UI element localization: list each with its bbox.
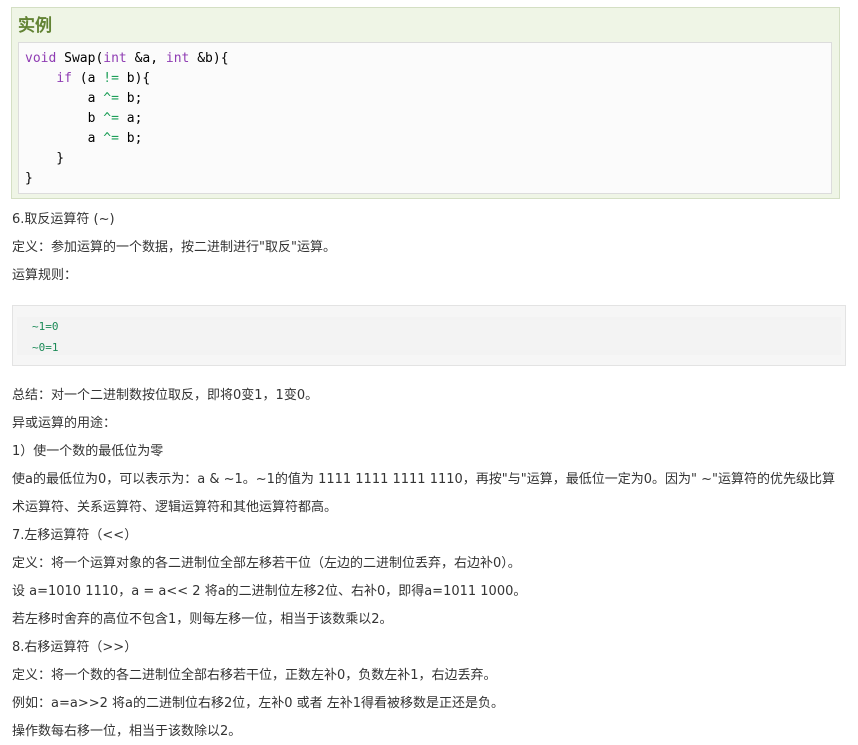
keyword-int: int [165,51,190,66]
rules-label: 运算规则： [12,268,78,283]
heading-right-shift: 8.右移运算符（>>） [12,640,138,655]
code-line-7: } [25,171,33,186]
function-name: Swap( [56,51,104,66]
code-line-6: } [25,151,65,166]
code-var: a [87,131,104,146]
keyword-if: if [56,71,72,86]
param-b: &b){ [189,51,229,66]
keyword-int: int [103,51,127,66]
example-title: 实例 [18,16,52,36]
condition-open: (a [71,71,104,86]
rule-line-2: ~0=1 [32,341,59,354]
rules-code-inner: ~1=0 ~0=1 [17,317,841,355]
code-line-3: a ^= b; [25,91,143,106]
rule-line-1: ~1=0 [32,320,59,333]
definition-right-shift: 定义：将一个数的各二进制位全部右移若干位，正数左补0，负数左补1，右边丢弃。 [12,668,497,683]
code-line-4: b ^= a; [25,111,143,126]
keyword-void: void [25,51,57,66]
note-right-shift: 操作数每右移一位，相当于该数除以2。 [12,724,242,739]
code-rest: b; [118,91,143,106]
code-line-1: void Swap(int &a, int &b){ [25,51,229,66]
definition-left-shift: 定义：将一个运算对象的各二进制位全部左移若干位（左边的二进制位丢弃，右边补0）。 [12,556,521,571]
usage-detail-2: 术运算符、关系运算符、逻辑运算符和其他运算符都高。 [12,500,338,515]
summary: 总结：对一个二进制数按位取反，即将0变1，1变0。 [12,388,319,403]
heading-left-shift: 7.左移运算符（<<） [12,528,138,543]
operator-neq: != [103,71,119,86]
code-line-2: if (a != b){ [25,71,150,86]
operator-xor-assign: ^= [103,91,119,106]
code-rest: a; [118,111,143,126]
code-block: void Swap(int &a, int &b){ if (a != b){ … [18,42,832,194]
usage-item-1: 1）使一个数的最低位为零 [12,444,164,459]
example-box: 实例 void Swap(int &a, int &b){ if (a != b… [11,7,840,199]
code-line-5: a ^= b; [25,131,143,146]
code-var: a [87,91,104,106]
code-rest: b; [118,131,143,146]
definition-not: 定义：参加运算的一个数据，按二进制进行"取反"运算。 [12,240,336,255]
param-a: &a, [126,51,166,66]
operator-xor-assign: ^= [103,111,119,126]
heading-not-operator: 6.取反运算符 (~) [12,212,115,227]
xor-usage-heading: 异或运算的用途： [12,416,117,431]
example-right-shift: 例如：a=a>>2 将a的二进制位右移2位，左补0 或者 左补1得看被移数是正还… [12,696,505,711]
operator-xor-assign: ^= [103,131,119,146]
usage-detail-1: 使a的最低位为0，可以表示为：a & ~1。~1的值为 1111 1111 11… [12,472,836,487]
condition-close: b){ [118,71,151,86]
rules-code-block: ~1=0 ~0=1 [12,305,846,366]
note-left-shift: 若左移时舍弃的高位不包含1，则每左移一位，相当于该数乘以2。 [12,612,393,627]
code-var: b [87,111,104,126]
example-left-shift: 设 a=1010 1110，a = a<< 2 将a的二进制位左移2位、右补0，… [12,584,527,599]
